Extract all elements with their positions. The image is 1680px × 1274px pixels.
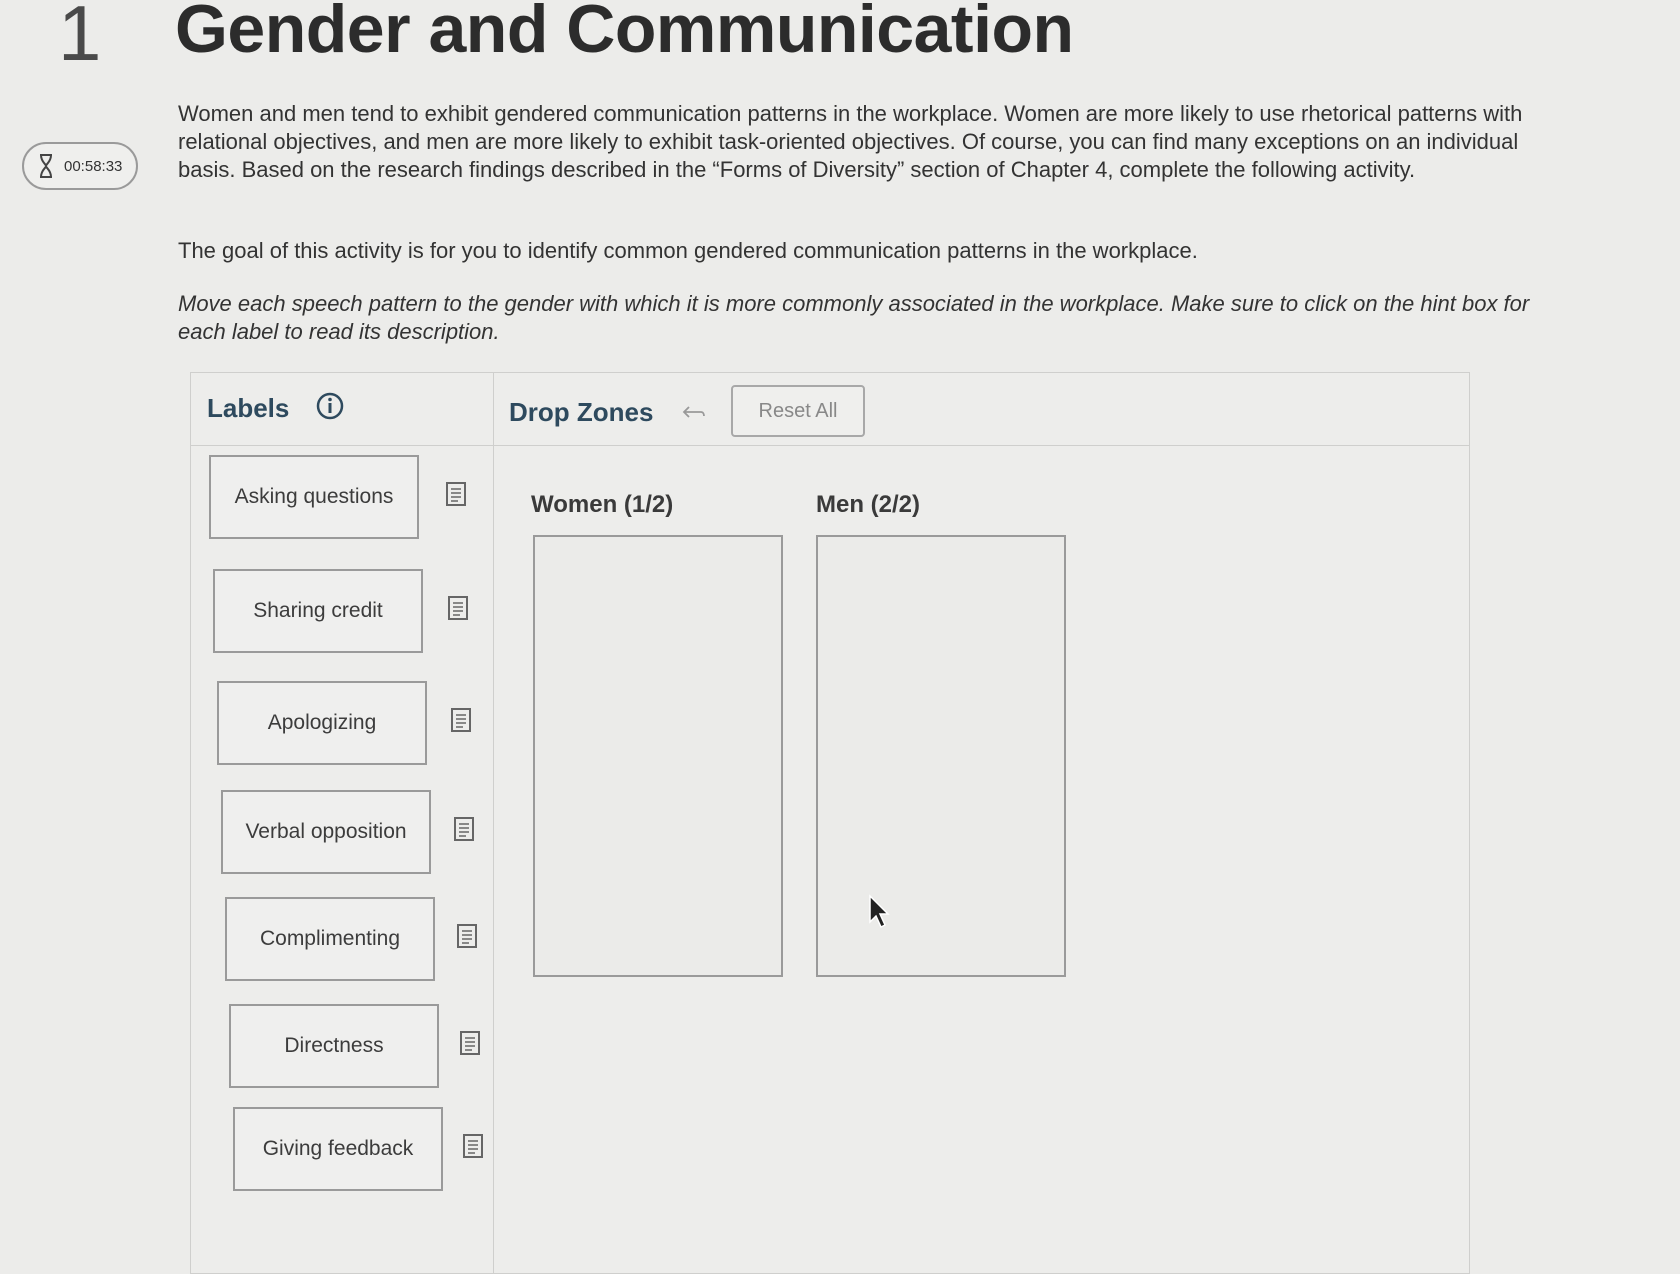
page-title: Gender and Communication	[175, 0, 1074, 67]
undo-icon[interactable]	[681, 403, 707, 423]
hint-icon[interactable]	[462, 1133, 484, 1159]
label-row: Sharing credit	[191, 569, 493, 659]
labels-column: Asking questions Sharing credit Apologiz…	[191, 373, 494, 1273]
hint-icon[interactable]	[450, 707, 472, 733]
label-card[interactable]: Apologizing	[217, 681, 427, 765]
label-row: Apologizing	[191, 681, 493, 771]
hourglass-icon	[40, 154, 52, 178]
label-row: Directness	[191, 1004, 493, 1094]
instructions-paragraph-3: Move each speech pattern to the gender w…	[178, 291, 1530, 344]
timer-badge[interactable]: 00:58:33	[22, 142, 138, 190]
reset-all-button[interactable]: Reset All	[731, 385, 865, 437]
instructions-paragraph-2: The goal of this activity is for you to …	[178, 238, 1198, 263]
drag-drop-activity: Labels Drop Zones Reset All Asking quest…	[190, 372, 1470, 1274]
label-card[interactable]: Verbal opposition	[221, 790, 431, 874]
instructions-paragraph-1: Women and men tend to exhibit gendered c…	[178, 101, 1523, 182]
men-zone-label: Men (2/2)	[816, 491, 921, 518]
drop-zones-heading: Drop Zones	[509, 397, 654, 427]
label-card[interactable]: Directness	[229, 1004, 439, 1088]
hint-icon[interactable]	[456, 923, 478, 949]
timer-value: 00:58:33	[64, 157, 123, 175]
label-card[interactable]: Complimenting	[225, 897, 435, 981]
mouse-cursor-icon	[869, 894, 890, 929]
label-row: Asking questions	[191, 455, 493, 545]
hint-icon[interactable]	[445, 481, 467, 507]
label-card[interactable]: Sharing credit	[213, 569, 423, 653]
label-card[interactable]: Asking questions	[209, 455, 419, 539]
hint-icon[interactable]	[447, 595, 469, 621]
label-row: Verbal opposition	[191, 790, 493, 880]
men-drop-zone[interactable]	[816, 535, 1066, 977]
hint-icon[interactable]	[453, 816, 475, 842]
question-number: 1	[58, 0, 102, 77]
label-row: Giving feedback	[191, 1107, 493, 1197]
label-row: Complimenting	[191, 897, 493, 987]
hint-icon[interactable]	[459, 1030, 481, 1056]
women-drop-zone[interactable]	[533, 535, 783, 977]
label-card[interactable]: Giving feedback	[233, 1107, 443, 1191]
women-zone-label: Women (1/2)	[531, 491, 674, 518]
